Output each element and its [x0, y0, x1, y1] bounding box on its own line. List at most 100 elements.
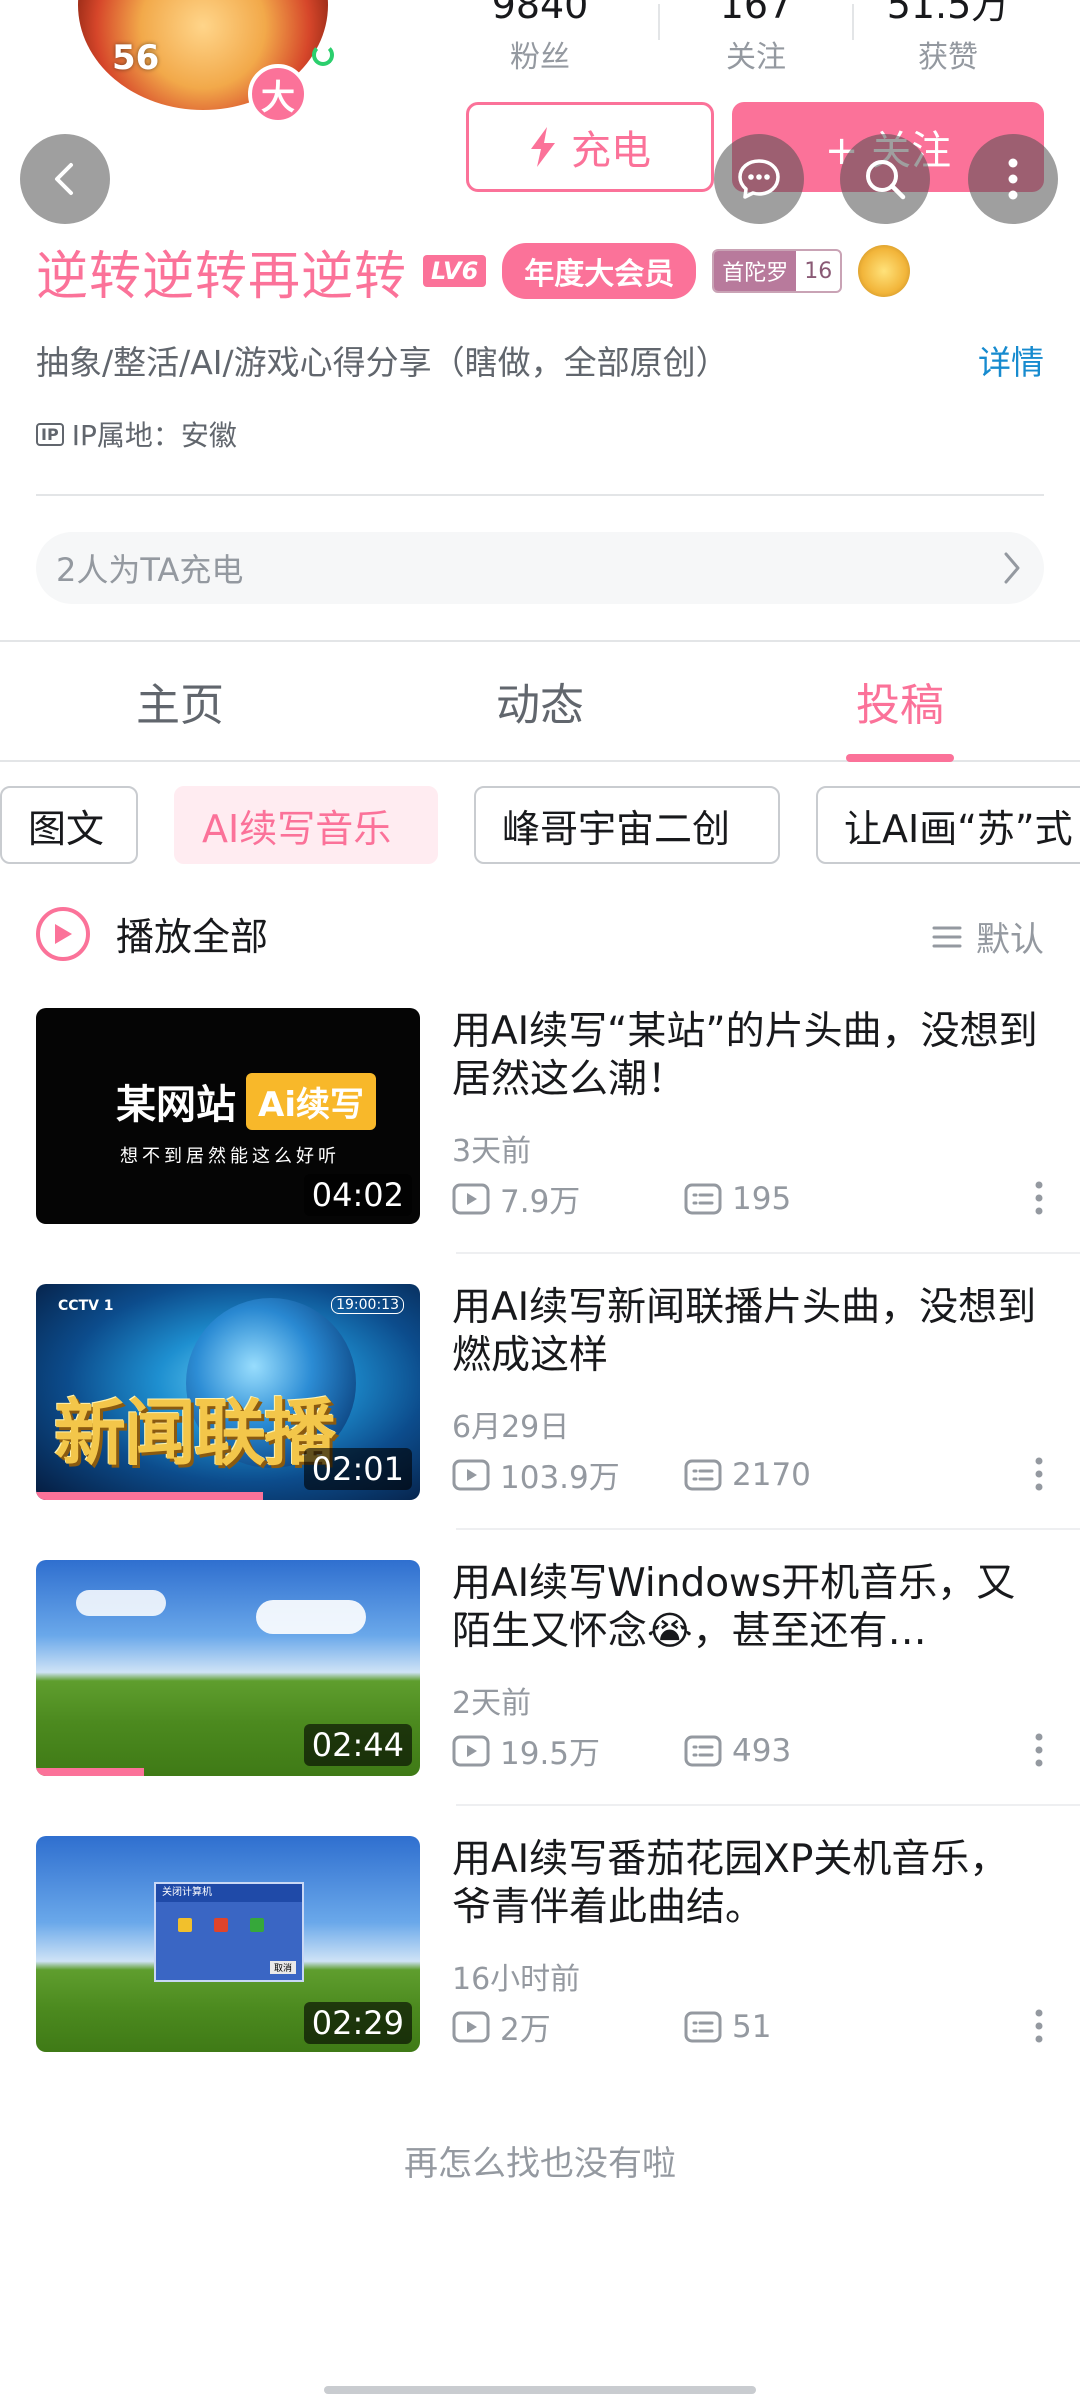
chip-image-text[interactable]: 图文 [0, 786, 138, 864]
home-indicator[interactable] [324, 2386, 756, 2394]
dialog-buttons [156, 1902, 302, 1932]
comment-icon [684, 1183, 722, 1214]
stat-likes[interactable]: 51.5万 获赞 [858, 0, 1038, 76]
divider [36, 494, 1044, 496]
video-title: 用AI续写新闻联播片头曲，没想到燃成这样 [452, 1285, 1037, 1378]
thumb-subtitle: 想不到居然能这么好听 [120, 1146, 340, 1167]
comment-count: 195 [684, 1181, 791, 1217]
fan-medal[interactable]: 首陀罗 16 [712, 249, 843, 293]
end-of-list-text: 再怎么找也没有啦 [404, 2144, 676, 2184]
video-date: 3天前 [452, 1134, 532, 1169]
dialog-title: 关闭计算机 [156, 1884, 302, 1902]
thumb-clock: 19:00:13 [331, 1296, 404, 1314]
play-count-value: 103.9万 [500, 1460, 620, 1496]
play-circle-icon [36, 906, 90, 961]
video-thumbnail: 02:44 [36, 1560, 420, 1776]
cloud-graphic [256, 1600, 366, 1634]
search-button[interactable] [840, 134, 930, 224]
profile-tabs: 主页 动态 投稿 [0, 642, 1080, 762]
crown-badge-icon[interactable] [858, 245, 911, 297]
shutdown-dialog-graphic: 关闭计算机 取消 [154, 1882, 304, 1982]
chat-bubble-icon [738, 159, 780, 199]
thumb-title: 某网站 [116, 1082, 236, 1128]
search-icon [866, 160, 906, 200]
chip-fengge-universe[interactable]: 峰哥宇宙二创 [474, 786, 780, 864]
back-button[interactable] [20, 134, 110, 224]
more-options-button[interactable] [968, 134, 1058, 224]
lightning-icon [531, 127, 555, 167]
chip-ai-music[interactable]: AI续写音乐 [174, 786, 438, 864]
video-item[interactable]: 02:44 用AI续写Windows开机音乐，又陌生又怀念😭，甚至还有… 2天前… [36, 1560, 1044, 1776]
chip-ai-draw[interactable]: 让AI画“苏”式 [816, 786, 1080, 864]
comment-count: 493 [684, 1733, 791, 1769]
restart-icon [250, 1918, 264, 1932]
video-duration: 02:29 [303, 2002, 412, 2044]
stat-divider [658, 4, 660, 40]
video-date: 2天前 [452, 1686, 532, 1721]
play-count-value: 2万 [500, 2012, 551, 2048]
sort-button[interactable]: 默认 [932, 912, 1044, 961]
more-vertical-icon[interactable] [1034, 1456, 1044, 1492]
more-vertical-icon[interactable] [1034, 2008, 1044, 2044]
charge-summary-text: 2人为TA充电 [56, 551, 244, 589]
username: 逆转逆转再逆转 [36, 246, 408, 307]
medal-name: 首陀罗 [714, 251, 797, 291]
video-thumbnail: 某网站 Ai续写 想不到居然能这么好听 04:02 [36, 1008, 420, 1224]
charge-summary-row[interactable]: 2人为TA充电 [36, 532, 1044, 604]
tab-uploads[interactable]: 投稿 [720, 642, 1080, 760]
vip-badge[interactable]: 年度大会员 [502, 243, 697, 299]
play-count: 7.9万 [452, 1176, 684, 1221]
play-all-label: 播放全部 [116, 915, 269, 959]
video-item[interactable]: 关闭计算机 取消 02:29 用AI续写番茄花园XP关机音乐，爷青伴着此曲结。 … [36, 1836, 1044, 2052]
sort-label: 默认 [976, 920, 1044, 960]
ip-location-text: IP属地：安徽 [71, 419, 237, 452]
bio-detail-link[interactable]: 详情 [978, 336, 1044, 384]
play-count-icon [452, 2011, 490, 2042]
comment-icon [684, 1459, 722, 1490]
comment-icon [684, 1735, 722, 1766]
message-button[interactable] [714, 134, 804, 224]
video-thumbnail: CCTV 1 19:00:13 新闻联播 02:01 [36, 1284, 420, 1500]
stat-label: 获赞 [918, 40, 978, 75]
video-item[interactable]: CCTV 1 19:00:13 新闻联播 02:01 用AI续写新闻联播片头曲，… [36, 1284, 1044, 1500]
thumb-channel: CCTV 1 [58, 1298, 114, 1314]
video-date: 6月29日 [452, 1410, 570, 1445]
play-count: 103.9万 [452, 1452, 684, 1497]
charge-button[interactable]: 充电 [466, 102, 714, 192]
comment-count-value: 51 [732, 2008, 772, 2045]
stat-fans[interactable]: 9840 粉丝 [450, 0, 630, 76]
comment-count-value: 195 [732, 1180, 792, 1217]
video-title: 用AI续写Windows开机音乐，又陌生又怀念😭，甚至还有… [452, 1561, 1016, 1654]
play-count-icon [452, 1735, 490, 1766]
tab-dynamics[interactable]: 动态 [360, 642, 720, 760]
stat-following[interactable]: 167 关注 [666, 0, 846, 76]
chevron-left-icon [55, 163, 73, 195]
tab-home[interactable]: 主页 [0, 642, 360, 760]
video-item[interactable]: 某网站 Ai续写 想不到居然能这么好听 04:02 用AI续写“某站”的片头曲，… [36, 1008, 1044, 1224]
comment-count-value: 493 [732, 1732, 792, 1769]
stat-label: 关注 [726, 40, 786, 75]
stat-value: 9840 [491, 0, 589, 24]
more-vertical-icon[interactable] [1034, 1180, 1044, 1216]
video-date: 16小时前 [452, 1962, 581, 1997]
video-duration: 04:02 [303, 1174, 412, 1216]
video-stats: 19.5万 493 [452, 1728, 791, 1773]
video-title: 用AI续写番茄花园XP关机音乐，爷青伴着此曲结。 [452, 1837, 1009, 1930]
more-vertical-icon[interactable] [1034, 1732, 1044, 1768]
comment-count: 51 [684, 2009, 771, 2045]
play-all-button[interactable]: 播放全部 [36, 906, 268, 961]
stat-value: 51.5万 [886, 0, 1010, 24]
level-badge: LV6 [423, 255, 487, 287]
stat-label: 粉丝 [510, 40, 570, 75]
play-count: 2万 [452, 2004, 684, 2049]
comment-count: 2170 [684, 1457, 811, 1493]
row-divider [456, 1252, 1080, 1254]
avatar-badge: 大 [248, 64, 308, 124]
stat-value: 167 [719, 0, 793, 24]
video-title: 用AI续写“某站”的片头曲，没想到居然这么潮！ [452, 1009, 1038, 1102]
video-stats: 2万 51 [452, 2004, 771, 2049]
play-count: 19.5万 [452, 1728, 684, 1773]
power-icon [214, 1918, 228, 1932]
list-icon [932, 926, 962, 947]
comment-icon [684, 2011, 722, 2042]
